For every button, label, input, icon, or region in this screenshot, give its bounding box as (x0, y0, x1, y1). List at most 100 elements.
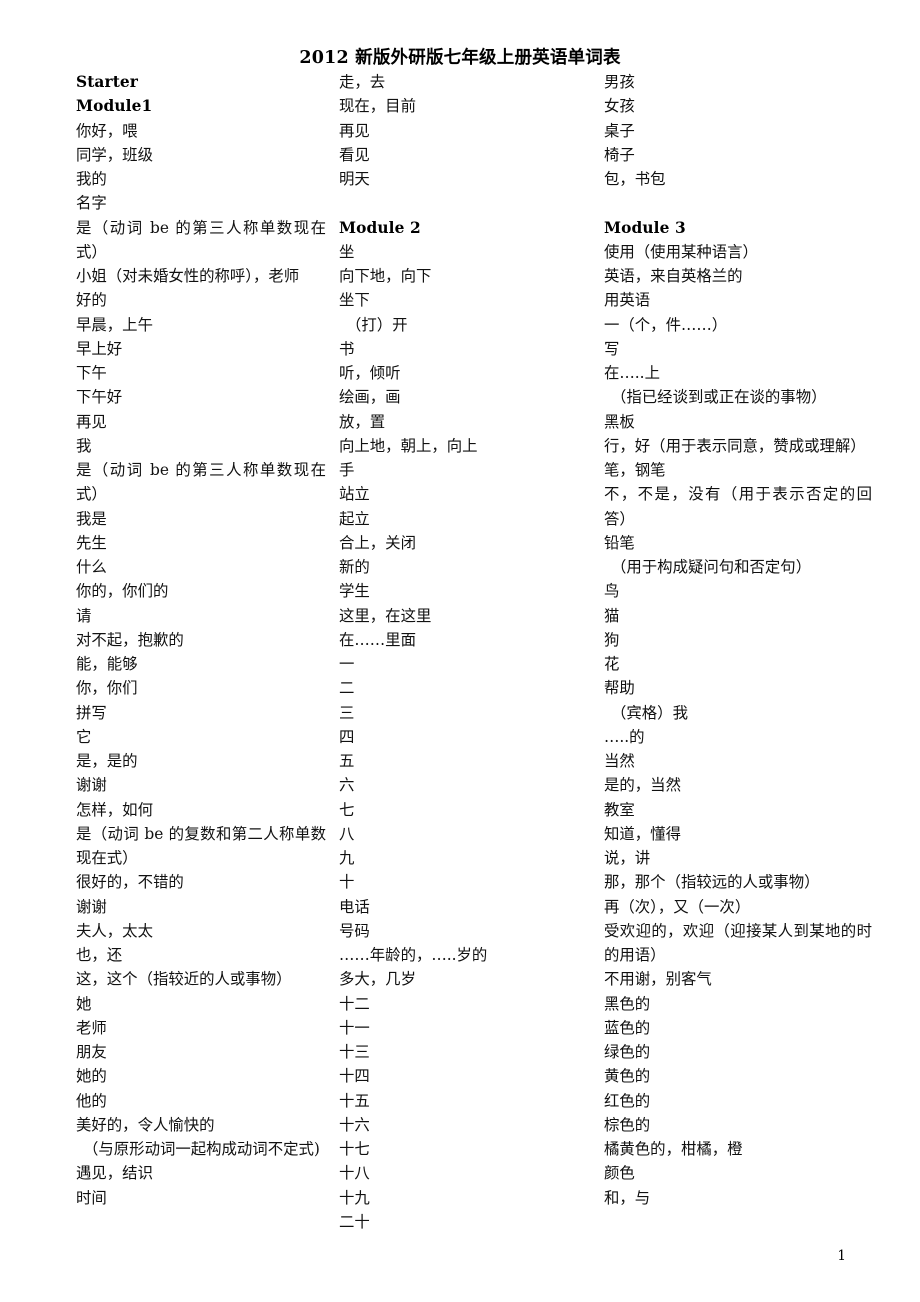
word-entry: 绿色的 (604, 1043, 651, 1061)
word-entry: 十 (339, 873, 355, 892)
word-entry: 三 (339, 703, 355, 722)
module-heading: Module1 (76, 97, 153, 116)
word-entry: 椅子 (604, 145, 635, 164)
word-entry: 那，那个（指较远的人或事物） (604, 873, 820, 892)
word-entry: 绘画，画 (339, 388, 401, 407)
word-entry: 请 (76, 606, 92, 625)
document-page: 2012 新版外研版七年级上册英语单词表 Starter Module1 你好，喂同… (0, 0, 920, 1302)
word-entry: 写 (604, 339, 620, 358)
word-entry: 十八 (339, 1164, 370, 1183)
word-entry: 四 (339, 727, 355, 746)
word-entry: 同学，班级 (76, 145, 153, 164)
word-entry: 十二 (339, 994, 370, 1013)
word-entry: 下午好 (76, 388, 123, 407)
word-entry: 十五 (339, 1091, 370, 1110)
word-entry: （指已经谈到或正在谈的事物） (611, 388, 827, 407)
word-entry: 十四 (339, 1067, 370, 1086)
word-entry: （用于构成疑问句和否定句） (611, 558, 812, 576)
word-entry: 对不起，抱歉的 (76, 630, 184, 649)
page-number: 1 (837, 1248, 846, 1264)
word-entry: 我的 (76, 170, 107, 188)
word-entry: 知道，懂得 (604, 824, 681, 843)
module-heading: Module 3 (604, 218, 686, 237)
word-entry: 女孩 (604, 97, 635, 116)
word-entry: 能，能够 (76, 655, 138, 673)
word-entry: 很好的，不错的 (76, 873, 184, 892)
word-entry: 帮助 (604, 679, 635, 698)
word-column-1: Starter Module1 你好，喂 同学，班级 我的 名字 是（动词 be 的第三人称… (76, 70, 326, 1210)
word-entry: 电话 (339, 897, 370, 916)
word-entry: 一 (339, 655, 355, 673)
word-entry: 是（动词 be 的第三人称单数现在式） (76, 461, 326, 504)
word-entry: 六 (339, 776, 355, 795)
word-entry: 红色的 (604, 1091, 651, 1110)
word-entry: 十三 (339, 1043, 370, 1061)
word-entry: 谢谢 (76, 776, 107, 795)
word-entry: 五 (339, 752, 355, 770)
word-entry: 我是 (76, 509, 107, 528)
word-entry: 小姐（对未婚女性的称呼），老师 (76, 267, 300, 285)
word-entry: 朋友 (76, 1043, 107, 1061)
word-entry: 男孩 (604, 73, 635, 91)
word-entry: 它 (76, 727, 92, 746)
word-entry: 铅笔 (604, 533, 635, 552)
word-entry: 受欢迎的，欢迎（迎接某人到某地的时的用语） (604, 921, 872, 964)
word-entry: 时间 (76, 1188, 107, 1207)
word-entry: 再见 (76, 412, 107, 431)
word-entry: 十七 (339, 1140, 370, 1158)
word-entry: 书 (339, 339, 355, 358)
word-entry: 笔，钢笔 (604, 461, 666, 479)
word-entry: 学生 (339, 582, 370, 601)
word-entry: 蓝色的 (604, 1018, 651, 1037)
word-entry: 再见 (339, 121, 370, 140)
word-entry: 是，是的 (76, 752, 138, 770)
word-entry: 不用谢，别客气 (604, 970, 712, 989)
word-entry: 拼写 (76, 703, 107, 722)
word-entry: 行，好（用于表示同意，赞成或理解） (604, 436, 866, 455)
word-entry: 夫人，太太 (76, 921, 153, 940)
word-entry: 坐下 (339, 291, 370, 310)
word-entry: （与原形动词一起构成动词不定式) (83, 1140, 320, 1158)
word-entry: 再（次），又（一次） (604, 897, 751, 916)
word-entry: 名字 (76, 194, 107, 213)
word-entry: 黑色的 (604, 994, 651, 1013)
word-entry: 七 (339, 800, 355, 819)
word-entry: 看见 (339, 145, 370, 164)
word-entry: 是（动词 be 的第三人称单数现在式） (76, 218, 326, 261)
line-spacer (604, 191, 872, 215)
word-list-columns: Starter Module1 你好，喂 同学，班级 我的 名字 是（动词 be 的第三人称… (0, 70, 920, 1231)
word-entry: 十一 (339, 1018, 370, 1037)
word-entry: 八 (339, 824, 355, 843)
word-entry: 现在，目前 (339, 97, 416, 116)
word-entry: 和，与 (604, 1188, 651, 1207)
word-entry: 九 (339, 849, 355, 867)
word-entry: 鸟 (604, 582, 620, 601)
word-entry: 教室 (604, 800, 635, 819)
word-entry: 先生 (76, 533, 107, 552)
word-entry: 走，去 (339, 73, 386, 91)
word-entry: 颜色 (604, 1164, 635, 1183)
word-entry: 花 (604, 655, 620, 673)
word-entry: 在……里面 (339, 630, 416, 649)
word-entry: 新的 (339, 558, 370, 576)
word-entry: 你的，你们的 (76, 582, 169, 601)
word-entry: 当然 (604, 752, 635, 770)
word-entry: 坐 (339, 242, 355, 261)
word-entry: 谢谢 (76, 897, 107, 916)
word-entry: 使用（使用某种语言） (604, 242, 758, 261)
word-entry: 怎样，如何 (76, 800, 153, 819)
module-heading: Starter (76, 73, 139, 91)
word-entry: ……年龄的，…..岁的 (339, 946, 488, 964)
word-entry: （宾格）我 (611, 703, 688, 722)
word-entry: 你，你们 (76, 679, 138, 698)
word-entry: 向上地，朝上，向上 (339, 436, 478, 455)
word-entry: 号码 (339, 921, 370, 940)
word-entry: 说，讲 (604, 849, 651, 867)
word-entry: 她 (76, 994, 92, 1013)
word-entry: 桌子 (604, 121, 635, 140)
word-entry: 不，不是，没有（用于表示否定的回答） (604, 485, 872, 528)
word-entry: 他的 (76, 1091, 107, 1110)
word-entry: 好的 (76, 291, 107, 310)
word-entry: 她的 (76, 1067, 107, 1086)
word-column-2: 走，去 现在，目前 再见 看见 明天 Module 2 坐向下地，向下 坐下 （打）开书听，倾听… (339, 70, 589, 1234)
